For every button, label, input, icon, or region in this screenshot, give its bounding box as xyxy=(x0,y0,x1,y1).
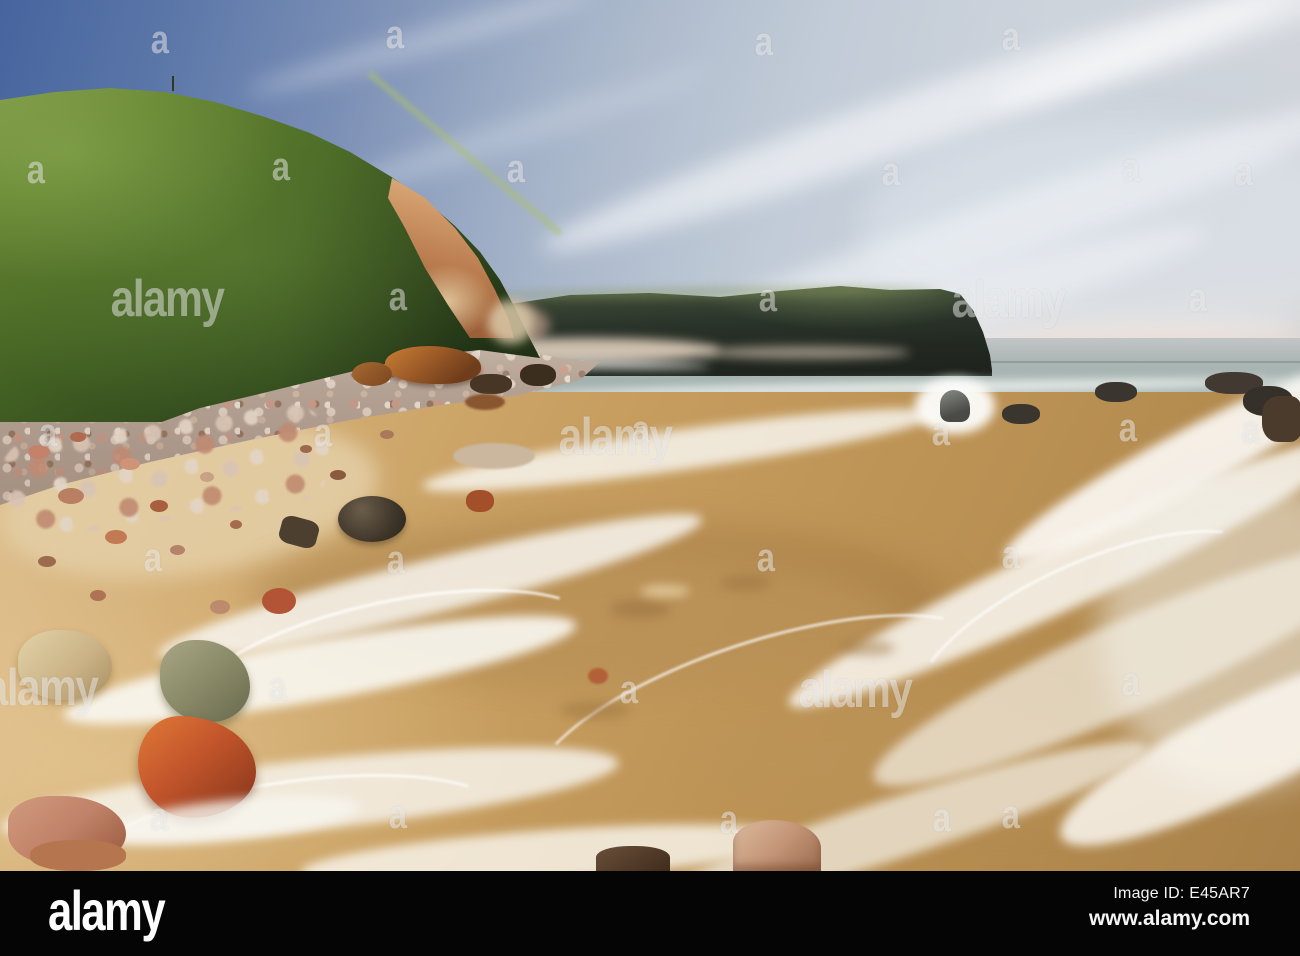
distant-pebble-strip xyxy=(700,346,910,359)
watermark-footer-bar: alamy Image ID: E45AR7 www.alamy.com xyxy=(0,871,1300,956)
alamy-logo: alamy xyxy=(48,879,166,942)
pebble xyxy=(210,600,230,614)
alamy-stock-photo-preview: a a a a a a a a a a a a a a a a a a a a a a a a a a a a a a a alamy alam… xyxy=(0,0,1300,956)
sand-hump xyxy=(560,700,630,720)
sea-rock xyxy=(1095,382,1137,402)
ivory-cliff-base xyxy=(488,300,534,344)
pebble xyxy=(200,472,214,482)
stick-on-ridge xyxy=(172,76,174,91)
sandy-boulder xyxy=(18,630,112,700)
pebble xyxy=(230,520,242,529)
pebble xyxy=(300,445,312,453)
dark-rock xyxy=(470,374,512,394)
pebble xyxy=(380,430,394,439)
splash-rock-fin xyxy=(940,390,970,422)
pink-rock-cluster xyxy=(30,840,126,871)
horizon-line xyxy=(985,361,1300,363)
pebble xyxy=(105,530,127,544)
rust-rock-large xyxy=(385,346,481,384)
beach-seascape-photo: a a a a a a a a a a a a a a a a a a a a a a a a a a a a a a a alamy alam… xyxy=(0,0,1300,871)
sand-hump xyxy=(640,585,690,597)
pebble xyxy=(90,590,106,601)
pebble xyxy=(58,488,84,504)
pebble xyxy=(330,470,346,480)
right-edge-rock xyxy=(1262,396,1300,442)
pale-stone xyxy=(453,443,535,469)
small-rust-rock xyxy=(466,490,494,512)
pebble xyxy=(150,500,168,512)
pebble xyxy=(120,458,140,470)
dark-dome-rock xyxy=(338,496,406,542)
sand-hump xyxy=(840,640,895,656)
image-id-label: Image ID: E45AR7 xyxy=(1113,885,1250,902)
pebble xyxy=(262,588,296,614)
footer-meta: Image ID: E45AR7 www.alamy.com xyxy=(1089,885,1250,931)
pebble xyxy=(588,668,608,684)
dark-rock xyxy=(1002,404,1040,424)
pebble xyxy=(28,445,50,459)
website-label: www.alamy.com xyxy=(1088,907,1250,930)
bottom-dark-rock xyxy=(596,846,670,871)
sand-hump xyxy=(610,600,670,618)
dark-rock xyxy=(520,364,556,386)
pebble xyxy=(38,556,56,567)
pebble xyxy=(70,432,86,442)
submerged-rust-rock xyxy=(465,394,505,410)
pebble xyxy=(170,545,185,555)
rust-rock-small xyxy=(352,362,392,386)
sand-hump xyxy=(720,575,770,591)
